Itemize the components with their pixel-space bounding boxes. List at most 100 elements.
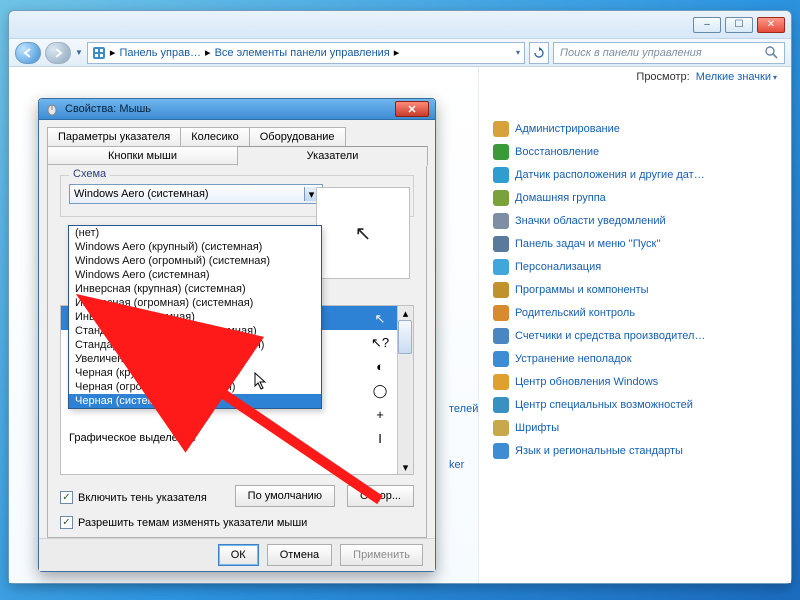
maximize-button[interactable]: ☐ [725, 17, 753, 33]
item-icon [493, 351, 509, 367]
item-icon [493, 420, 509, 436]
control-panel-item[interactable]: Язык и региональные стандарты [493, 443, 777, 459]
address-dropdown[interactable]: ▾ [516, 48, 520, 57]
control-panel-item[interactable]: Центр специальных возможностей [493, 397, 777, 413]
explorer-titlebar: – ☐ ✕ [9, 11, 791, 39]
item-label: Персонализация [515, 261, 601, 273]
breadcrumb-item-1[interactable]: Панель управ… [119, 47, 201, 59]
scroll-thumb[interactable] [398, 320, 412, 354]
control-panel-item[interactable]: Счетчики и средства производител… [493, 328, 777, 344]
tab-page-pointers: Схема Windows Aero (системная) ▾ ↖ Н Н (… [47, 164, 427, 538]
pointer-buttons-row: ✓ Включить тень указателя По умолчанию О… [60, 485, 414, 507]
control-panel-item[interactable]: Устранение неполадок [493, 351, 777, 367]
tab[interactable]: Колесико [180, 127, 250, 146]
dropdown-option[interactable]: Черная (крупная) (системная) [69, 366, 321, 380]
scheme-legend: Схема [69, 168, 110, 180]
obscured-text: ker [449, 459, 464, 471]
tab[interactable]: Указатели [237, 146, 428, 166]
defaults-button[interactable]: По умолчанию [235, 485, 335, 507]
item-icon [493, 397, 509, 413]
item-icon [493, 443, 509, 459]
pointer-list-row[interactable]: Графическое выделениеI [61, 426, 413, 450]
close-button[interactable]: ✕ [757, 17, 785, 33]
search-placeholder: Поиск в панели управления [560, 47, 702, 59]
dropdown-option[interactable]: Инверсная (крупная) (системная) [69, 282, 321, 296]
dropdown-option[interactable]: Черная (системная) [69, 394, 321, 408]
dropdown-option[interactable]: Windows Aero (огромный) (системная) [69, 254, 321, 268]
cursor-icon: ↖? [371, 336, 389, 349]
allow-themes-checkbox[interactable]: ✓ Разрешить темам изменять указатели мыш… [60, 516, 307, 529]
search-input[interactable]: Поиск в панели управления [553, 42, 785, 64]
tab[interactable]: Параметры указателя [47, 127, 181, 146]
dropdown-option[interactable]: Windows Aero (системная) [69, 268, 321, 282]
checkbox-label: Разрешить темам изменять указатели мыши [78, 517, 307, 529]
item-icon [493, 144, 509, 160]
checkbox-label: Включить тень указателя [78, 492, 207, 504]
dialog-title: Свойства: Мышь [65, 103, 389, 115]
mouse-icon [45, 102, 59, 116]
minimize-button[interactable]: – [693, 17, 721, 33]
nav-history-dropdown[interactable]: ▼ [75, 48, 83, 57]
dialog-titlebar[interactable]: Свойства: Мышь ✕ [39, 99, 435, 120]
chevron-right-icon: ▸ [110, 46, 116, 59]
refresh-icon [533, 47, 545, 59]
item-icon [493, 305, 509, 321]
dropdown-option[interactable]: Увеличенная (системная) [69, 352, 321, 366]
nav-back-button[interactable] [15, 42, 41, 64]
control-panel-item[interactable]: Панель задач и меню ''Пуск'' [493, 236, 777, 252]
item-icon [493, 259, 509, 275]
scheme-selected-value: Windows Aero (системная) [74, 188, 209, 200]
dialog-close-button[interactable]: ✕ [395, 101, 429, 117]
scheme-combobox[interactable]: Windows Aero (системная) ▾ [69, 184, 323, 204]
control-panel-item[interactable]: Шрифты [493, 420, 777, 436]
control-panel-item[interactable]: Домашняя группа [493, 190, 777, 206]
tab[interactable]: Оборудование [249, 127, 346, 146]
control-panel-item[interactable]: Значки области уведомлений [493, 213, 777, 229]
checkbox-icon: ✓ [60, 491, 73, 504]
address-bar[interactable]: ▸ Панель управ… ▸ Все элементы панели уп… [87, 42, 525, 64]
control-panel-item[interactable]: Программы и компоненты [493, 282, 777, 298]
arrow-left-icon [22, 47, 34, 59]
item-label: Центр специальных возможностей [515, 399, 693, 411]
scrollbar[interactable]: ▴ ▾ [397, 306, 413, 474]
control-panel-item[interactable]: Персонализация [493, 259, 777, 275]
dialog-button-row: ОК Отмена Применить [39, 538, 435, 571]
control-panel-item[interactable]: Администрирование [493, 121, 777, 137]
cursor-icon: ↖ [355, 221, 372, 246]
scroll-up-button[interactable]: ▴ [398, 306, 413, 320]
dropdown-option[interactable]: Инверсная (огромная) (системная) [69, 296, 321, 310]
item-label: Центр обновления Windows [515, 376, 658, 388]
arrow-right-icon [52, 47, 64, 59]
cancel-button[interactable]: Отмена [267, 544, 332, 566]
breadcrumb-item-2[interactable]: Все элементы панели управления [215, 47, 390, 59]
cursor-icon: ↖ [371, 312, 389, 325]
control-panel-icon [92, 46, 106, 60]
item-label: Восстановление [515, 146, 599, 158]
control-panel-item[interactable]: Центр обновления Windows [493, 374, 777, 390]
view-by-dropdown[interactable]: Мелкие значки ▾ [696, 71, 777, 83]
control-panel-item[interactable]: Восстановление [493, 144, 777, 160]
dropdown-option[interactable]: Windows Aero (крупный) (системная) [69, 240, 321, 254]
nav-forward-button[interactable] [45, 42, 71, 64]
refresh-button[interactable] [529, 42, 549, 64]
control-panel-item[interactable]: Родительский контроль [493, 305, 777, 321]
apply-button[interactable]: Применить [340, 544, 423, 566]
obscured-text: телей [449, 403, 478, 415]
tab[interactable]: Кнопки мыши [47, 146, 238, 166]
control-panel-items: Администрирование Восстановление Датчик ра… [493, 121, 777, 459]
dropdown-option[interactable]: Стандартная (огромная) (системная) [69, 338, 321, 352]
browse-button[interactable]: Обзор... [347, 485, 414, 507]
dropdown-option[interactable]: (нет) [69, 226, 321, 240]
scheme-dropdown-list[interactable]: (нет)Windows Aero (крупный) (системная)W… [68, 225, 322, 409]
item-label: Шрифты [515, 422, 559, 434]
dropdown-option[interactable]: Черная (огромная) (системная) [69, 380, 321, 394]
enable-shadow-checkbox[interactable]: ✓ Включить тень указателя [60, 491, 207, 504]
scroll-down-button[interactable]: ▾ [398, 460, 413, 474]
dropdown-option[interactable]: Инверсная (системная) [69, 310, 321, 324]
dropdown-option[interactable]: Стандартная (крупная) (системная) [69, 324, 321, 338]
item-label: Родительский контроль [515, 307, 635, 319]
ok-button[interactable]: ОК [218, 544, 259, 566]
cursor-icon: ◐ [371, 360, 389, 373]
item-icon [493, 121, 509, 137]
control-panel-item[interactable]: Датчик расположения и другие дат… [493, 167, 777, 183]
